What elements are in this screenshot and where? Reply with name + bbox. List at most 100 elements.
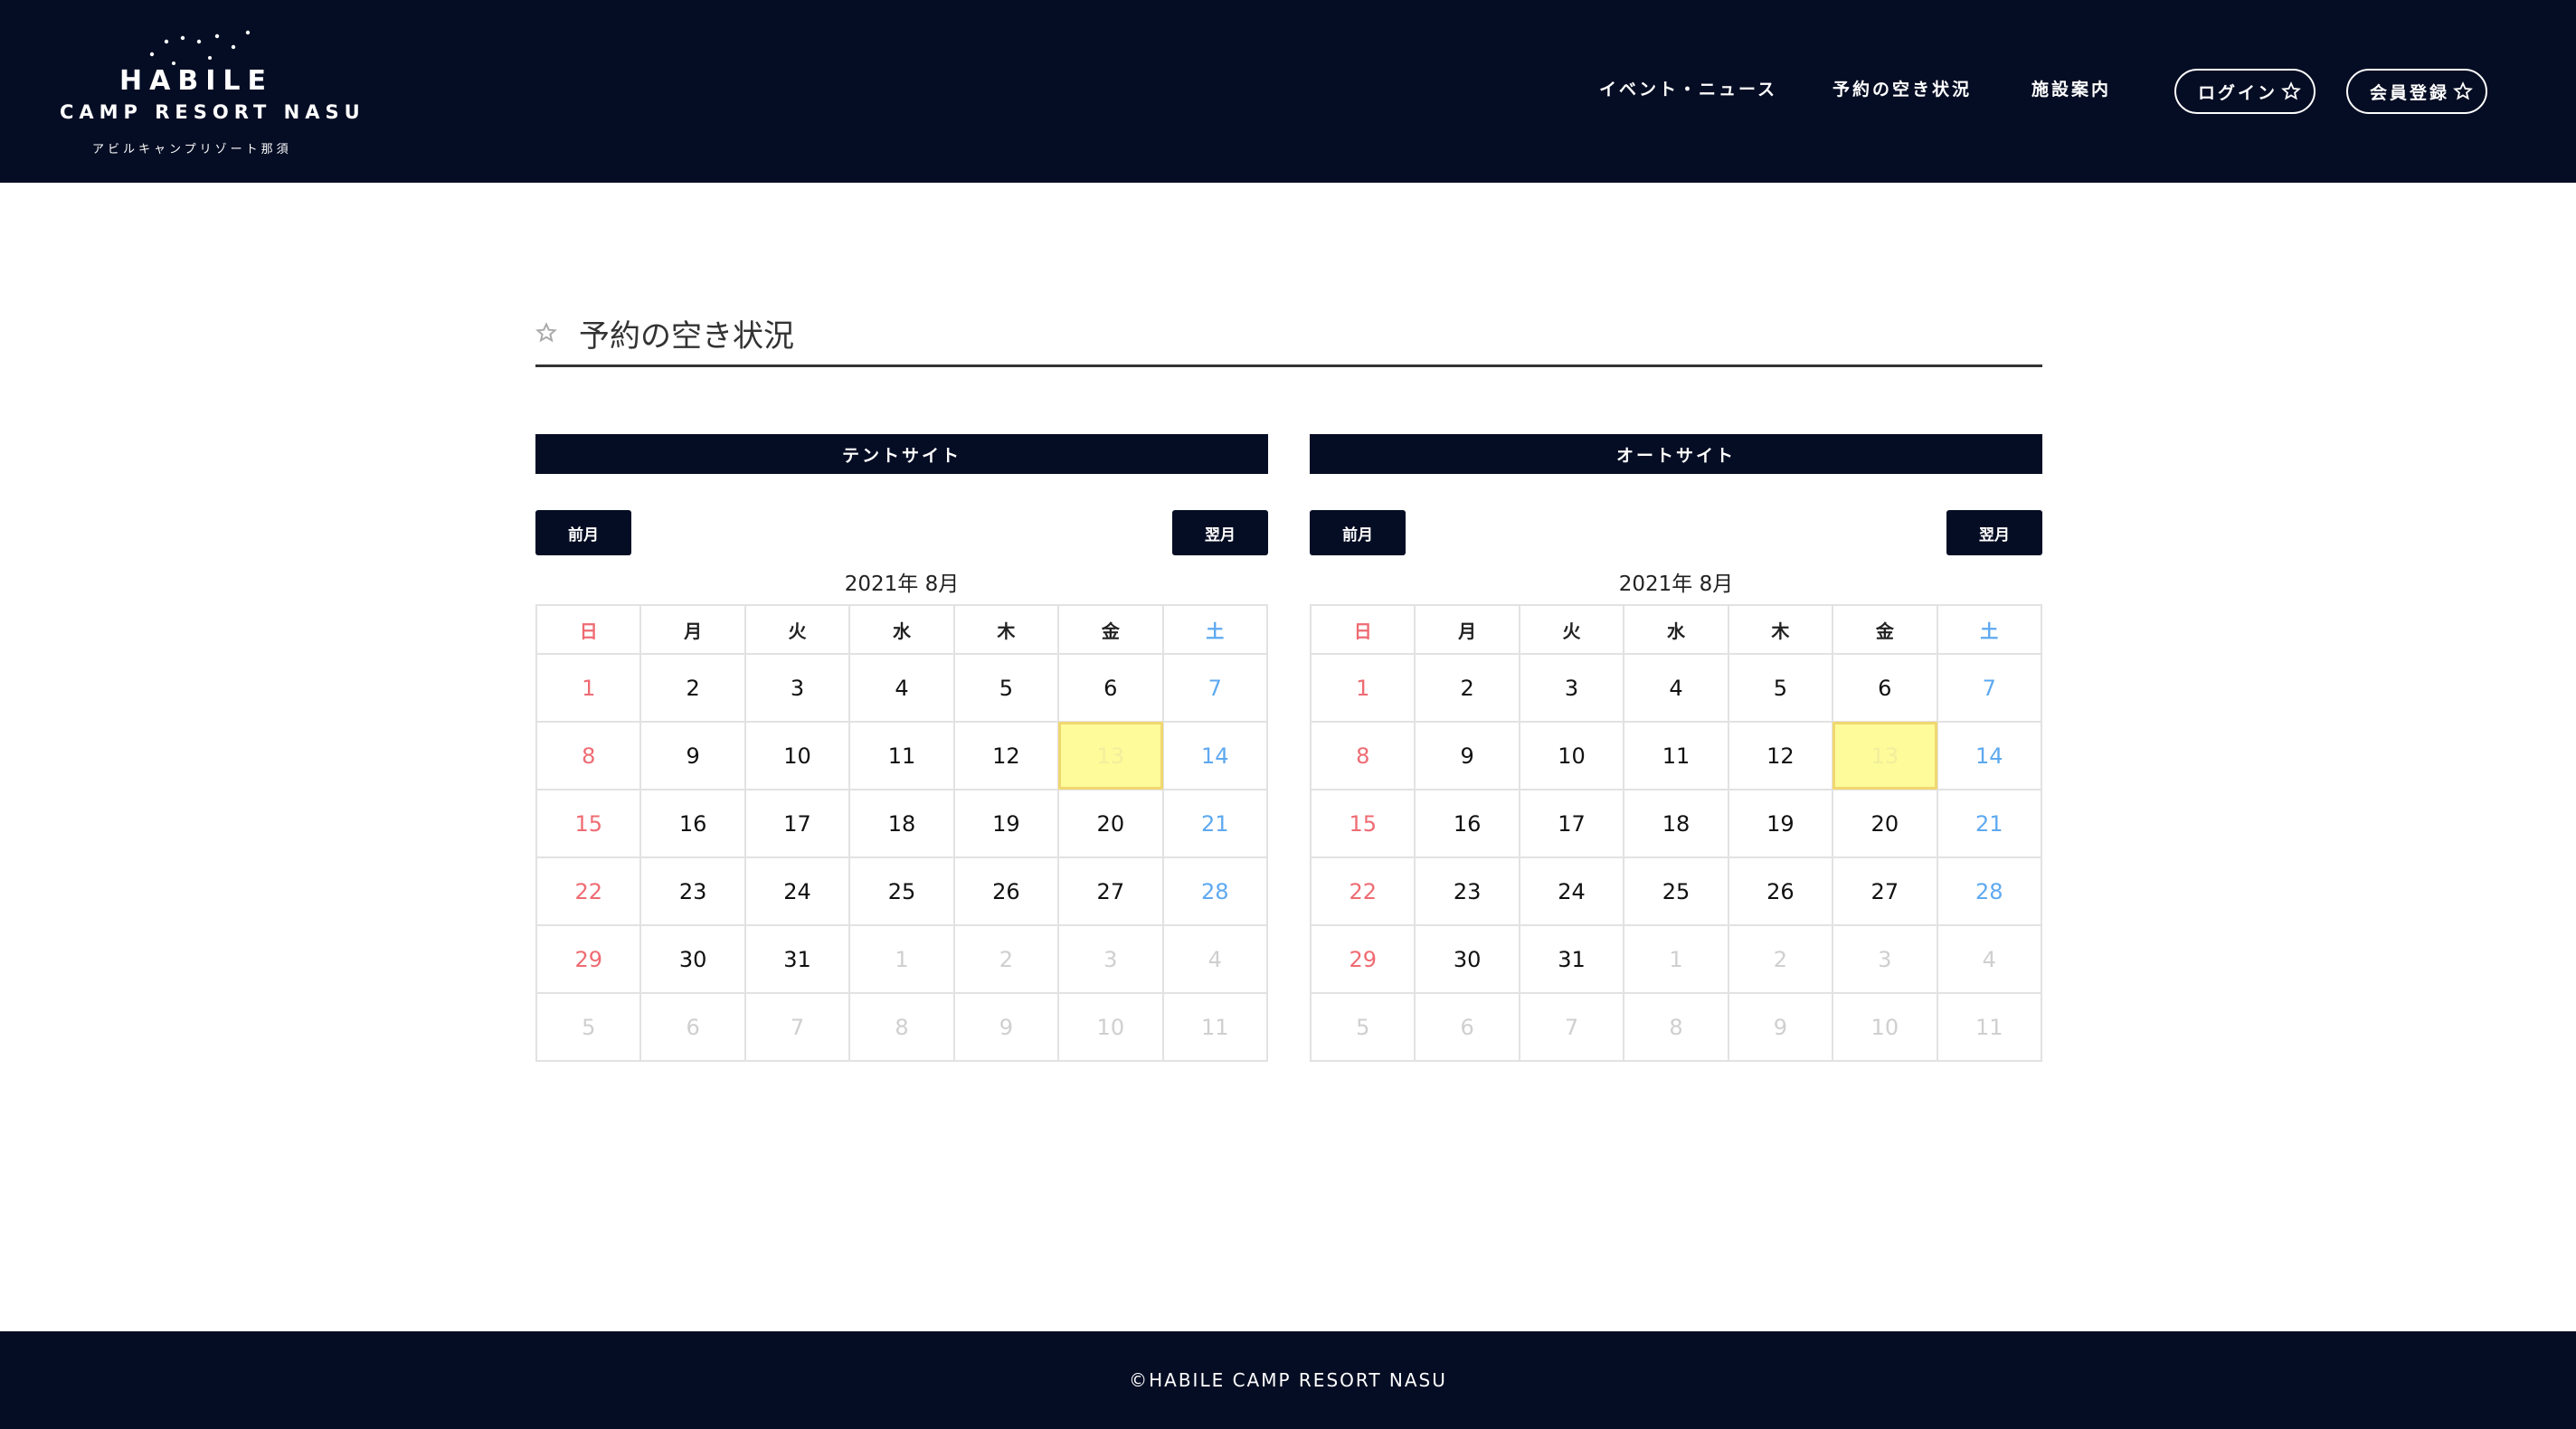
calendar-day[interactable]: 5 xyxy=(952,653,1060,723)
weekday-header: 火 xyxy=(743,604,851,655)
calendar-day[interactable]: 7 xyxy=(1161,653,1269,723)
calendar-week-row: 1234567 xyxy=(535,653,1269,723)
login-label: ログイン xyxy=(2198,82,2278,103)
calendar-day-other-month: 10 xyxy=(1057,992,1164,1062)
brand-kana: アビルキャンプリゾート那須 xyxy=(92,143,292,156)
calendar-day-today[interactable]: 13 xyxy=(1057,721,1164,790)
calendar-day[interactable]: 16 xyxy=(639,789,746,858)
prev-month-button[interactable]: 前月 xyxy=(535,510,631,555)
nav-availability[interactable]: 予約の空き状況 xyxy=(1833,76,1972,100)
calendar-day[interactable]: 15 xyxy=(1309,789,1416,858)
calendar-day[interactable]: 21 xyxy=(1936,789,2043,858)
calendar-day[interactable]: 19 xyxy=(952,789,1060,858)
calendar-day-other-month: 11 xyxy=(1936,992,2043,1062)
calendar-title: オートサイト xyxy=(1310,434,2042,474)
calendar-day[interactable]: 26 xyxy=(1727,856,1834,926)
calendar-day[interactable]: 8 xyxy=(1309,721,1416,790)
calendar-day[interactable]: 19 xyxy=(1727,789,1834,858)
calendar-day[interactable]: 27 xyxy=(1832,856,1938,926)
calendar-day[interactable]: 2 xyxy=(1414,653,1520,723)
calendar-day[interactable]: 1 xyxy=(535,653,642,723)
calendar-day-other-month: 7 xyxy=(743,992,851,1062)
calendar-day[interactable]: 10 xyxy=(1518,721,1625,790)
calendar-day[interactable]: 17 xyxy=(743,789,851,858)
site-header: HABILE CAMP RESORT NASU アビルキャンプリゾート那須 イベ… xyxy=(0,0,2576,183)
weekday-header: 月 xyxy=(639,604,746,655)
calendar-day[interactable]: 8 xyxy=(535,721,642,790)
calendar-day-other-month: 1 xyxy=(1623,924,1729,994)
calendar-day[interactable]: 9 xyxy=(639,721,746,790)
brand-logo[interactable]: HABILE CAMP RESORT NASU アビルキャンプリゾート那須 xyxy=(56,27,365,163)
calendar-day[interactable]: 18 xyxy=(1623,789,1729,858)
calendar-day[interactable]: 11 xyxy=(848,721,955,790)
calendar-day[interactable]: 18 xyxy=(848,789,955,858)
calendar-day-other-month: 8 xyxy=(1623,992,1729,1062)
star-icon xyxy=(2453,81,2473,100)
weekday-header: 土 xyxy=(1161,604,1269,655)
brand-subtitle: CAMP RESORT NASU xyxy=(60,101,365,123)
calendar-day-today[interactable]: 13 xyxy=(1832,721,1938,790)
calendar-week-row: 29 30 31 1 2 3 4 xyxy=(1309,924,2043,994)
calendar-day[interactable]: 5 xyxy=(1727,653,1834,723)
calendar-day[interactable]: 23 xyxy=(1414,856,1520,926)
calendar-day[interactable]: 4 xyxy=(1623,653,1729,723)
calendar-day[interactable]: 29 xyxy=(1309,924,1416,994)
calendar-week-row: 15 16 17 18 19 20 21 xyxy=(535,789,1269,858)
calendar-day[interactable]: 6 xyxy=(1832,653,1938,723)
calendar-day[interactable]: 1 xyxy=(1309,653,1416,723)
calendar-day[interactable]: 14 xyxy=(1936,721,2043,790)
calendar-day[interactable]: 28 xyxy=(1161,856,1269,926)
auto-site-calendar: オートサイト 前月 翌月 2021年 8月 日月火水木金土 1234567891… xyxy=(1309,434,2043,1062)
calendar-week-row: 8 9 10 11 12 13 14 xyxy=(535,721,1269,790)
calendar-day[interactable]: 20 xyxy=(1057,789,1164,858)
calendar-day[interactable]: 6 xyxy=(1057,653,1164,723)
calendar-day[interactable]: 14 xyxy=(1161,721,1269,790)
calendar-day-other-month: 5 xyxy=(535,992,642,1062)
next-month-button[interactable]: 翌月 xyxy=(1172,510,1268,555)
login-button[interactable]: ログイン xyxy=(2174,69,2316,114)
calendar-day[interactable]: 3 xyxy=(1518,653,1625,723)
nav-events-news[interactable]: イベント・ニュース xyxy=(1599,76,1777,100)
weekday-header: 土 xyxy=(1936,604,2043,655)
calendar-day[interactable]: 24 xyxy=(1518,856,1625,926)
calendar-day[interactable]: 25 xyxy=(1623,856,1729,926)
calendar-day[interactable]: 2 xyxy=(639,653,746,723)
calendar-day[interactable]: 10 xyxy=(743,721,851,790)
calendar-day-other-month: 5 xyxy=(1309,992,1416,1062)
calendar-day[interactable]: 3 xyxy=(743,653,851,723)
calendar-day[interactable]: 12 xyxy=(952,721,1060,790)
calendar-day[interactable]: 28 xyxy=(1936,856,2043,926)
calendar-day[interactable]: 17 xyxy=(1518,789,1625,858)
calendar-day[interactable]: 29 xyxy=(535,924,642,994)
calendar-day-other-month: 4 xyxy=(1936,924,2043,994)
calendar-day[interactable]: 31 xyxy=(1518,924,1625,994)
calendar-day[interactable]: 23 xyxy=(639,856,746,926)
calendar-day[interactable]: 22 xyxy=(1309,856,1416,926)
weekday-header: 日 xyxy=(535,604,642,655)
calendar-day[interactable]: 30 xyxy=(639,924,746,994)
calendar-week-row: 5 6 7 8 9 10 11 xyxy=(535,992,1269,1062)
calendar-day[interactable]: 30 xyxy=(1414,924,1520,994)
calendar-week-row: 15 16 17 18 19 20 21 xyxy=(1309,789,2043,858)
calendar-day[interactable]: 25 xyxy=(848,856,955,926)
calendar-day[interactable]: 12 xyxy=(1727,721,1834,790)
nav-facilities[interactable]: 施設案内 xyxy=(2031,76,2111,100)
calendar-day[interactable]: 21 xyxy=(1161,789,1269,858)
calendar-day[interactable]: 11 xyxy=(1623,721,1729,790)
calendar-day[interactable]: 27 xyxy=(1057,856,1164,926)
calendar-day[interactable]: 15 xyxy=(535,789,642,858)
calendar-day[interactable]: 4 xyxy=(848,653,955,723)
calendar-day[interactable]: 24 xyxy=(743,856,851,926)
calendar-day[interactable]: 7 xyxy=(1936,653,2043,723)
calendar-day[interactable]: 26 xyxy=(952,856,1060,926)
calendar-day-other-month: 6 xyxy=(639,992,746,1062)
register-button[interactable]: 会員登録 xyxy=(2346,69,2487,114)
calendar-day[interactable]: 31 xyxy=(743,924,851,994)
calendar-day-other-month: 6 xyxy=(1414,992,1520,1062)
calendar-day[interactable]: 9 xyxy=(1414,721,1520,790)
calendar-day[interactable]: 22 xyxy=(535,856,642,926)
calendar-day[interactable]: 20 xyxy=(1832,789,1938,858)
calendar-day[interactable]: 16 xyxy=(1414,789,1520,858)
next-month-button[interactable]: 翌月 xyxy=(1946,510,2042,555)
prev-month-button[interactable]: 前月 xyxy=(1310,510,1406,555)
